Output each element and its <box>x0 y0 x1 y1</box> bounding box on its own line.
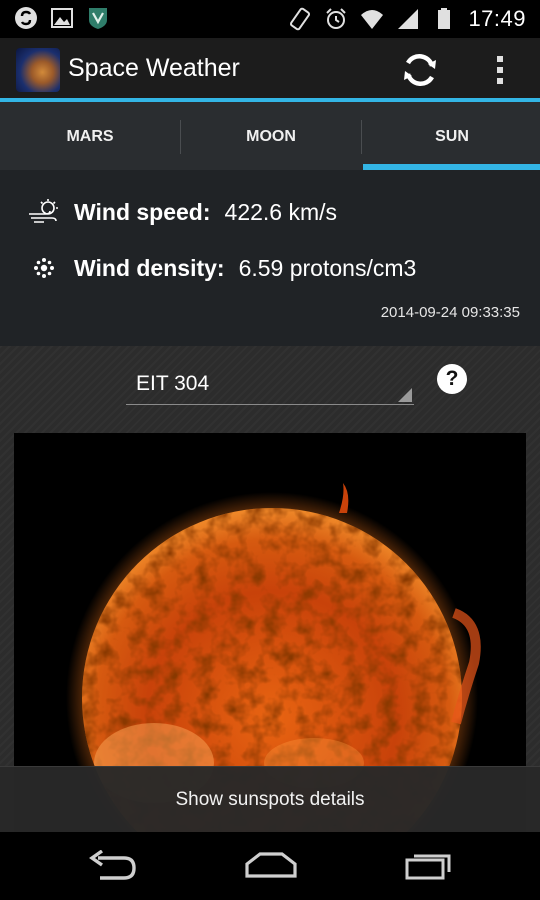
app-title: Space Weather <box>68 54 240 82</box>
app-logo[interactable] <box>16 48 60 92</box>
sun-image-section: EIT 304 ? <box>0 346 540 832</box>
alarm-clock-icon <box>326 8 347 29</box>
recents-icon[interactable] <box>404 850 454 880</box>
wifi-icon <box>361 10 384 29</box>
image-type-dropdown[interactable]: EIT 304 <box>126 364 414 405</box>
wind-speed-row: Wind speed: 422.6 km/s <box>28 198 337 226</box>
rotate-phone-icon <box>290 7 311 31</box>
tab-moon[interactable]: MOON <box>181 102 361 170</box>
shield-icon <box>89 8 107 29</box>
navigation-bar <box>0 832 540 900</box>
refresh-icon[interactable] <box>398 50 442 90</box>
image-type-selected: EIT 304 <box>136 372 210 395</box>
solar-wind-panel: Wind speed: 422.6 km/s Wind density: 6.5… <box>0 170 540 346</box>
tab-sun[interactable]: SUN <box>362 102 540 170</box>
wind-density-row: Wind density: 6.59 protons/cm3 <box>28 254 416 282</box>
wind-density-value: 6.59 protons/cm3 <box>238 254 417 281</box>
image-icon <box>51 8 73 28</box>
status-time: 17:49 <box>468 6 526 31</box>
help-button[interactable]: ? <box>437 364 467 394</box>
home-icon[interactable] <box>244 850 298 880</box>
sync-s-icon <box>15 7 37 29</box>
density-icon <box>34 258 54 278</box>
show-sunspots-details-label: Show sunspots details <box>175 789 365 810</box>
signal-icon <box>398 9 419 29</box>
action-bar: Space Weather <box>0 38 540 102</box>
tab-bar: MARS MOON SUN <box>0 102 540 170</box>
battery-icon <box>438 8 451 29</box>
overflow-menu-icon[interactable] <box>488 50 512 90</box>
show-sunspots-details-button[interactable]: Show sunspots details <box>0 766 540 833</box>
dropdown-arrow-icon <box>398 388 412 402</box>
wind-speed-label: Wind speed: <box>74 198 211 225</box>
wind-speed-value: 422.6 km/s <box>224 198 338 225</box>
update-timestamp: 2014-09-24 09:33:35 <box>380 304 520 321</box>
wind-density-label: Wind density: <box>74 254 225 281</box>
tab-mars[interactable]: MARS <box>0 102 180 170</box>
wind-icon <box>29 199 58 223</box>
back-icon[interactable] <box>88 850 138 880</box>
status-bar: 17:49 <box>0 0 540 38</box>
